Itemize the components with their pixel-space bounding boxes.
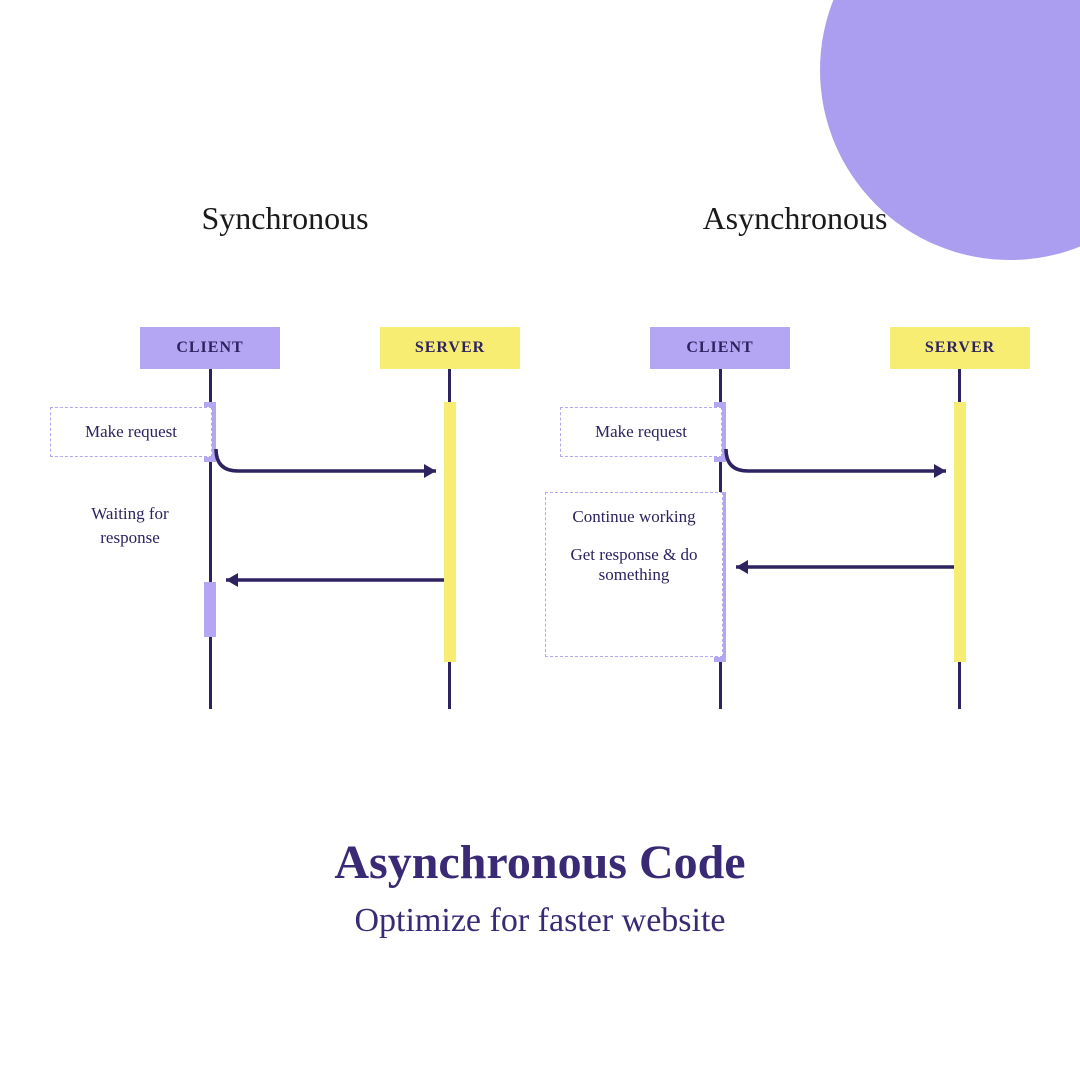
async-getresponse-label: Get response & do something (569, 545, 699, 585)
async-make-request-box: Make request (560, 407, 722, 457)
synchronous-diagram: Synchronous CLIENT SERVER Make request W… (35, 200, 535, 727)
footer-title: Asynchronous Code (0, 835, 1080, 890)
diagrams-container: Synchronous CLIENT SERVER Make request W… (0, 200, 1080, 727)
sync-title: Synchronous (35, 200, 535, 237)
sync-waiting-label: Waiting for response (60, 502, 200, 550)
sync-server-box: SERVER (380, 327, 520, 369)
sync-make-request-label: Make request (85, 422, 177, 442)
footer: Asynchronous Code Optimize for faster we… (0, 835, 1080, 940)
sync-response-arrow-icon (214, 565, 446, 595)
async-response-arrow-icon (724, 552, 956, 582)
sync-request-arrow-icon (214, 447, 446, 487)
async-client-box: CLIENT (650, 327, 790, 369)
async-continue-label: Continue working (572, 507, 695, 527)
async-server-activation (954, 402, 966, 662)
sync-server-activation (444, 402, 456, 662)
async-request-arrow-icon (724, 447, 956, 487)
sync-make-request-box: Make request (50, 407, 212, 457)
async-title: Asynchronous (545, 200, 1045, 237)
async-make-request-label: Make request (595, 422, 687, 442)
async-continue-box: Continue working Get response & do somet… (545, 492, 723, 657)
sync-client-box: CLIENT (140, 327, 280, 369)
async-sequence: CLIENT SERVER Make request Continue work… (545, 327, 1045, 727)
sync-sequence: CLIENT SERVER Make request Waiting for r… (35, 327, 535, 727)
async-server-box: SERVER (890, 327, 1030, 369)
asynchronous-diagram: Asynchronous CLIENT SERVER Make request … (545, 200, 1045, 727)
footer-subtitle: Optimize for faster website (0, 902, 1080, 940)
